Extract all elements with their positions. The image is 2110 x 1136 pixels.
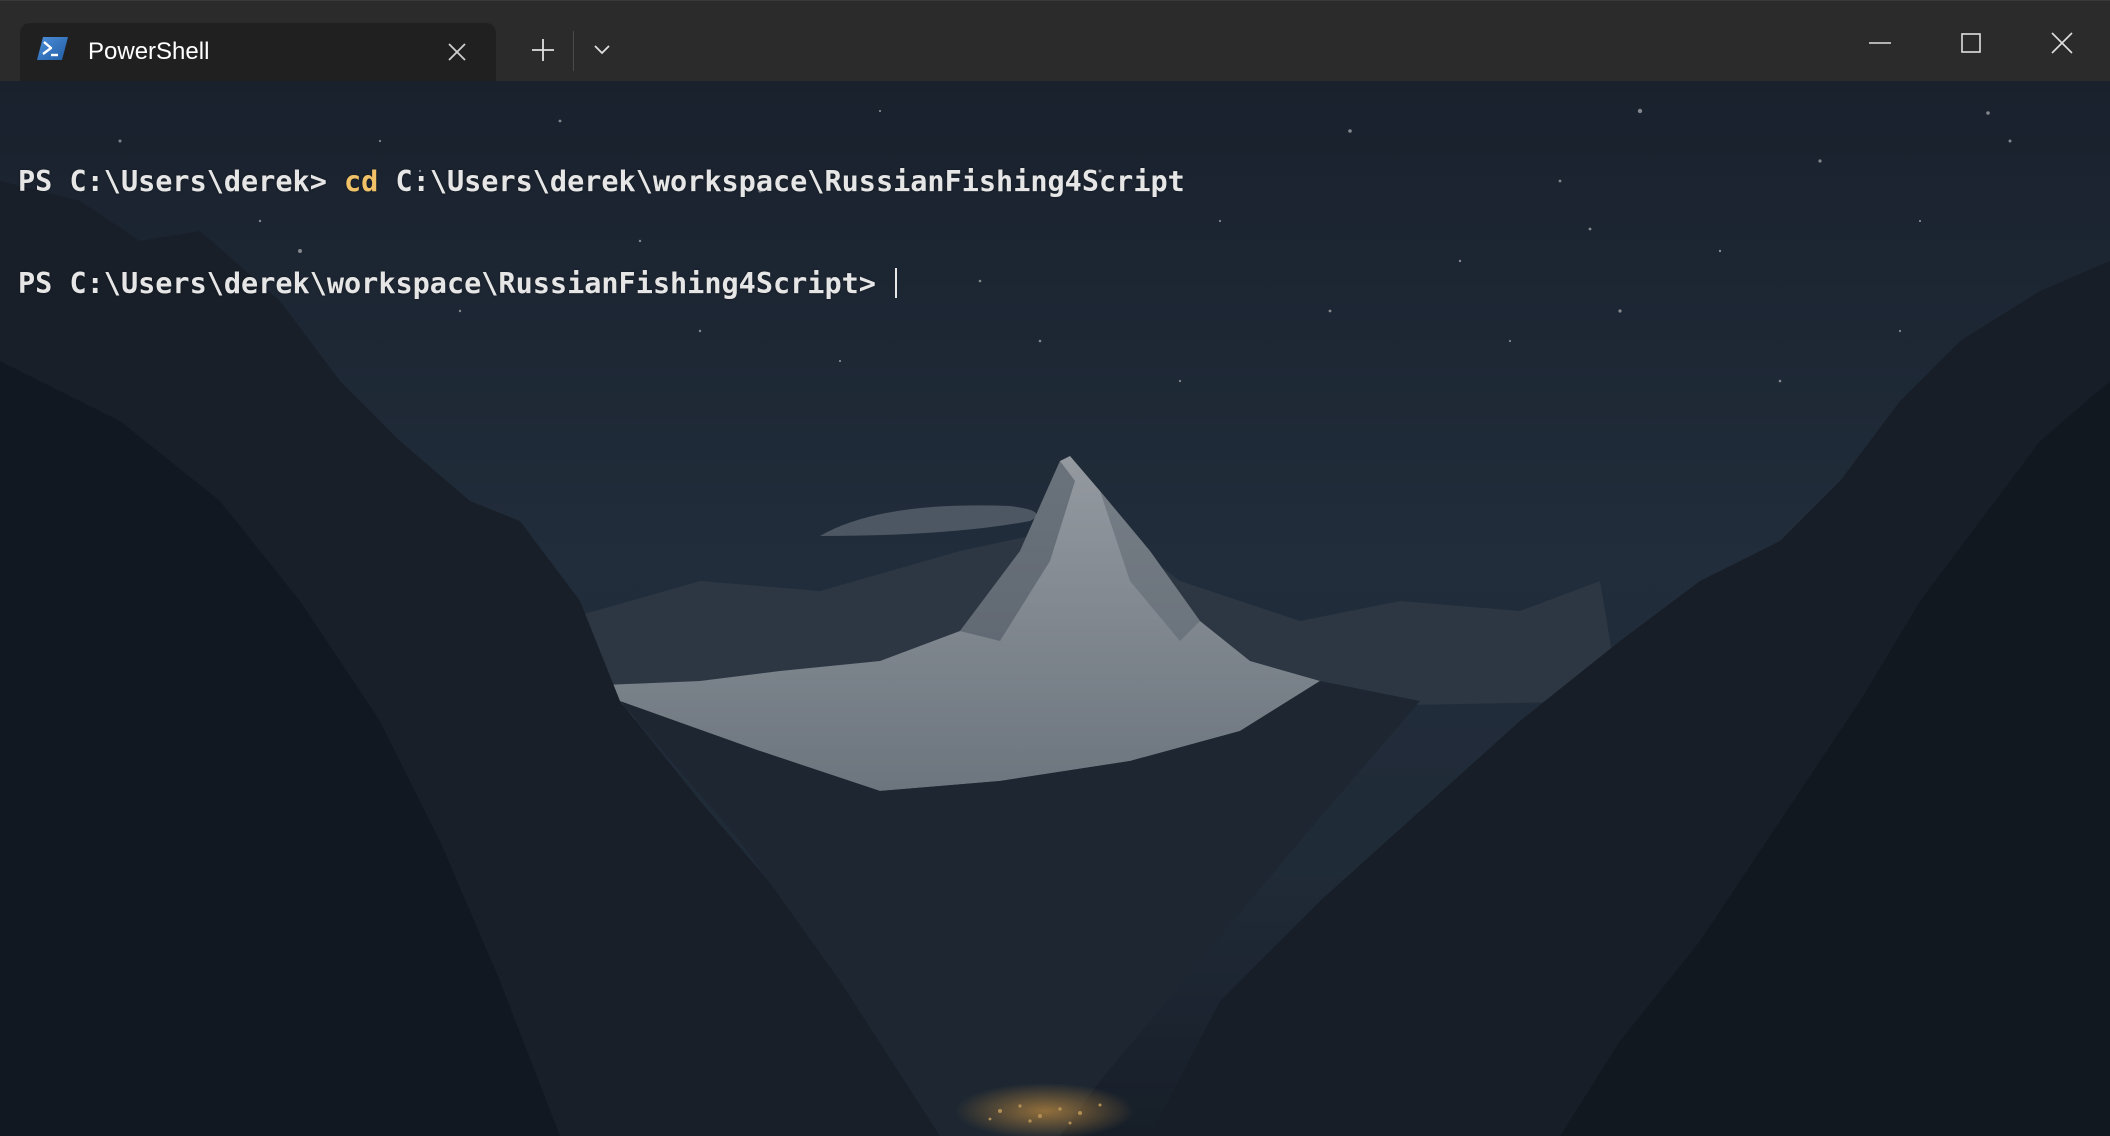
tab-title: PowerShell (88, 38, 210, 65)
maximize-icon (1961, 33, 1981, 53)
chevron-down-icon (594, 45, 610, 55)
terminal-line: PS C:\Users\derek\workspace\RussianFishi… (18, 267, 1185, 301)
profile-dropdown-button[interactable] (582, 28, 622, 72)
terminal-line: PS C:\Users\derek> cd C:\Users\derek\wor… (18, 165, 1185, 199)
terminal-pane[interactable]: PS C:\Users\derek> cd C:\Users\derek\wor… (0, 81, 2110, 1136)
plus-icon (532, 39, 554, 61)
command-args: C:\Users\derek\workspace\RussianFishing4… (378, 165, 1185, 198)
close-icon (2051, 32, 2073, 54)
new-tab-button[interactable] (522, 28, 564, 72)
command-keyword: cd (344, 165, 379, 198)
close-tab-button[interactable] (440, 35, 474, 69)
maximize-button[interactable] (1941, 15, 2001, 71)
close-icon (448, 43, 466, 61)
minimize-button[interactable] (1850, 15, 1910, 71)
terminal-window: PowerShell PS C:\Users\derek> cd C:\User… (0, 0, 2110, 1136)
powershell-icon (37, 36, 68, 61)
terminal-output[interactable]: PS C:\Users\derek> cd C:\Users\derek\wor… (18, 97, 1185, 369)
prompt-text: PS C:\Users\derek\workspace\RussianFishi… (18, 267, 894, 300)
prompt-text: PS C:\Users\derek> (18, 165, 345, 198)
close-window-button[interactable] (2032, 15, 2092, 71)
title-bar[interactable]: PowerShell (0, 0, 2110, 82)
minimize-icon (1869, 42, 1891, 44)
tab-separator (573, 31, 574, 71)
tab-powershell[interactable]: PowerShell (20, 23, 496, 82)
text-cursor (895, 268, 898, 298)
